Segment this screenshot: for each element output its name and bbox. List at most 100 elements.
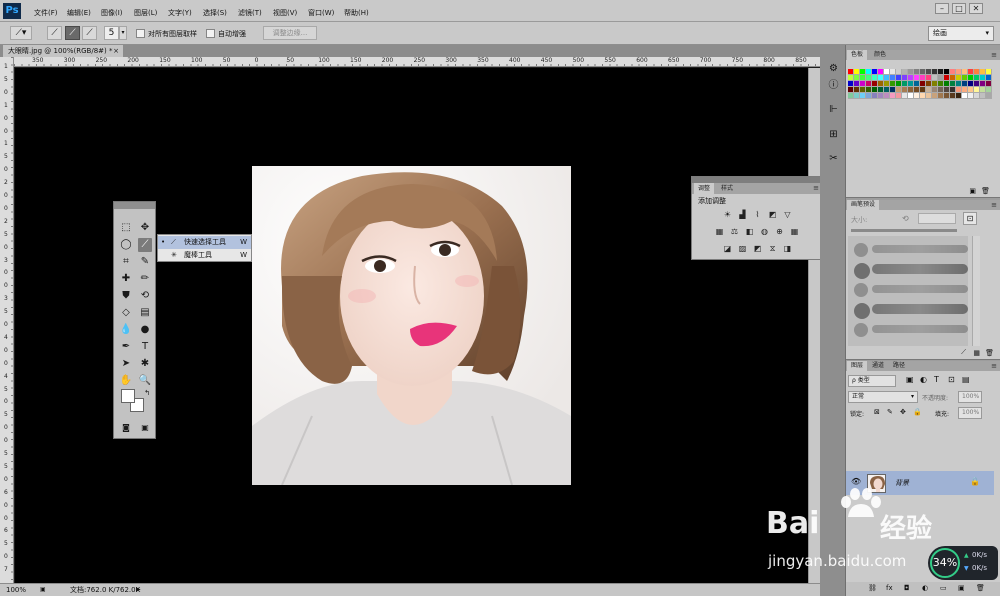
- brush-preset[interactable]: [850, 260, 970, 279]
- black-white-icon[interactable]: ◧: [744, 227, 755, 237]
- tab-layers[interactable]: 图层: [847, 361, 868, 371]
- color-swatch[interactable]: [986, 93, 992, 99]
- close-icon[interactable]: ✕: [969, 3, 983, 14]
- document-image[interactable]: [252, 166, 571, 485]
- brush-preset[interactable]: [850, 240, 970, 258]
- layer-filter-select[interactable]: ρ 类型: [848, 375, 896, 387]
- lock-all-icon[interactable]: 🔒: [913, 408, 922, 416]
- exposure-icon[interactable]: ◩: [767, 210, 778, 220]
- levels-icon[interactable]: ▟: [737, 210, 748, 220]
- new-swatch-icon[interactable]: ▣: [969, 187, 976, 195]
- brush-tool-icon[interactable]: ✏: [138, 272, 152, 286]
- add-mask-icon[interactable]: ◘: [904, 584, 910, 592]
- ruler-horizontal[interactable]: 350 300 250 200 150 100 50 0 50 100 150 200 250 300 35…: [14, 57, 820, 67]
- refine-edge-button[interactable]: 调整边缘...: [263, 26, 317, 40]
- dodge-tool-icon[interactable]: ●: [138, 323, 152, 337]
- flyout-item-quick-selection[interactable]: • ⟋ 快速选择工具 W: [158, 236, 251, 249]
- pen-tool-icon[interactable]: ✒: [119, 340, 133, 354]
- status-arrow-icon[interactable]: ▶: [136, 584, 141, 596]
- properties-panel-icon[interactable]: ⊩: [827, 103, 840, 116]
- menu-edit[interactable]: 编辑(E): [67, 0, 91, 22]
- history-brush-tool-icon[interactable]: ⟲: [138, 289, 152, 303]
- subtract-from-selection-icon[interactable]: ⟋: [82, 26, 97, 40]
- document-tab[interactable]: 大眼睛.jpg @ 100%(RGB/8#) * ×: [3, 45, 123, 57]
- delete-layer-icon[interactable]: 🗑: [976, 584, 985, 592]
- tab-channels[interactable]: 通道: [868, 361, 888, 371]
- brush-size-field[interactable]: 5: [104, 26, 119, 40]
- reset-brush-icon[interactable]: ⟲: [902, 214, 909, 223]
- new-adjustment-layer-icon[interactable]: ◐: [922, 584, 928, 592]
- info-panel-icon[interactable]: ⓘ: [827, 79, 840, 92]
- hue-saturation-icon[interactable]: ▦: [714, 227, 725, 237]
- brush-picker-arrow-icon[interactable]: ▾: [119, 26, 127, 40]
- delete-swatch-icon[interactable]: 🗑: [981, 187, 990, 195]
- color-lookup-icon[interactable]: ▦: [789, 227, 800, 237]
- posterize-icon[interactable]: ▨: [737, 244, 748, 254]
- character-panel-icon[interactable]: ⊞: [827, 128, 840, 141]
- menu-file[interactable]: 文件(F): [34, 0, 58, 22]
- quick-mask-icon[interactable]: ◙: [119, 421, 133, 435]
- brush-size-slider[interactable]: [851, 229, 957, 232]
- move-tool-icon[interactable]: ✥: [138, 221, 152, 235]
- tab-brush-presets[interactable]: 画笔预设: [847, 200, 880, 210]
- new-selection-icon[interactable]: ⟋: [47, 26, 62, 40]
- hand-tool-icon[interactable]: ✋: [119, 374, 133, 388]
- path-selection-tool-icon[interactable]: ➤: [119, 357, 133, 371]
- lock-position-icon[interactable]: ✥: [900, 408, 906, 416]
- type-tool-icon[interactable]: T: [138, 340, 152, 354]
- close-tab-icon[interactable]: ×: [113, 45, 119, 57]
- channel-mixer-icon[interactable]: ⊕: [774, 227, 785, 237]
- custom-shape-tool-icon[interactable]: ✱: [138, 357, 152, 371]
- ruler-vertical[interactable]: 1 5 0 1 0 0 1 5 0 2 0 0 2 5 0 3 0 0 3 5 0 4 0 0 4 5 0 5 0 0 5 5 0 6 0 0 6 5 0 7: [0, 57, 14, 583]
- brush-grid-icon[interactable]: ▦: [973, 349, 980, 357]
- new-group-icon[interactable]: ▭: [940, 584, 947, 592]
- workspace-select[interactable]: 绘画 ▾: [928, 26, 994, 41]
- history-panel-icon[interactable]: ⚙: [827, 62, 840, 75]
- zoom-level[interactable]: 100%: [6, 584, 26, 596]
- threshold-icon[interactable]: ◩: [752, 244, 763, 254]
- screen-mode-icon[interactable]: ▣: [138, 421, 152, 435]
- blend-mode-select[interactable]: 正常 ▾: [848, 391, 918, 403]
- swap-colors-icon[interactable]: ↰: [140, 386, 154, 400]
- tab-swatches[interactable]: 色板: [847, 50, 868, 60]
- new-layer-icon[interactable]: ▣: [958, 584, 965, 592]
- link-layers-icon[interactable]: ⛓: [868, 584, 877, 592]
- delete-brush-icon[interactable]: 🗑: [985, 349, 994, 357]
- curves-icon[interactable]: ⌇: [752, 210, 763, 220]
- menu-window[interactable]: 窗口(W): [308, 0, 334, 22]
- brush-preset[interactable]: [850, 300, 970, 319]
- auto-enhance-checkbox[interactable]: [206, 29, 215, 38]
- tool-presets-icon[interactable]: ✂: [827, 152, 840, 165]
- filter-smart-object-icon[interactable]: ▤: [962, 375, 970, 384]
- vibrance-icon[interactable]: ▽: [782, 210, 793, 220]
- lasso-tool-icon[interactable]: ◯: [119, 238, 133, 252]
- lock-transparent-icon[interactable]: ⊠: [874, 408, 880, 416]
- tab-paths[interactable]: 路径: [889, 361, 909, 371]
- menu-filter[interactable]: 滤镜(T): [238, 0, 262, 22]
- gradient-tool-icon[interactable]: ▤: [138, 306, 152, 320]
- brush-list-scrollbar[interactable]: [972, 236, 980, 346]
- tool-preset-picker[interactable]: ⟋▾: [10, 26, 32, 40]
- layer-style-icon[interactable]: fx: [886, 584, 893, 592]
- brush-preset-list[interactable]: [848, 236, 968, 346]
- menu-help[interactable]: 帮助(H): [344, 0, 369, 22]
- layer-name[interactable]: 背景: [895, 478, 909, 488]
- tab-color[interactable]: 颜色: [870, 50, 890, 60]
- clone-stamp-tool-icon[interactable]: ⛊: [119, 289, 133, 303]
- menu-image[interactable]: 图像(I): [101, 0, 123, 22]
- menu-select[interactable]: 选择(S): [203, 0, 227, 22]
- swatch-grid[interactable]: [848, 69, 992, 99]
- panel-menu-icon[interactable]: ≡: [991, 362, 997, 370]
- selective-color-icon[interactable]: ⧖: [767, 244, 778, 254]
- menu-view[interactable]: 视图(V): [273, 0, 297, 22]
- foreground-color-swatch[interactable]: [121, 389, 135, 403]
- photo-filter-icon[interactable]: ◍: [759, 227, 770, 237]
- panel-menu-icon[interactable]: ≡: [813, 184, 819, 192]
- panel-menu-icon[interactable]: ≡: [991, 51, 997, 59]
- brightness-contrast-icon[interactable]: ☀: [722, 210, 733, 220]
- tab-styles[interactable]: 样式: [717, 183, 737, 194]
- filter-type-icon[interactable]: T: [934, 375, 939, 384]
- invert-icon[interactable]: ◪: [722, 244, 733, 254]
- quick-selection-tool-icon[interactable]: ⟋: [138, 238, 152, 252]
- filter-pixel-icon[interactable]: ▣: [906, 375, 914, 384]
